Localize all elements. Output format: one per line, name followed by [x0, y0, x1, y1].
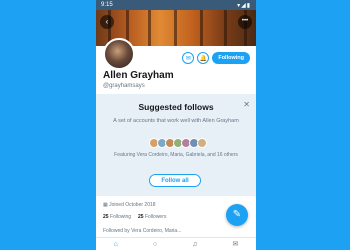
- home-icon[interactable]: ⌂: [114, 241, 118, 248]
- suggested-avatars: [149, 138, 207, 148]
- follow-counts: 25 Following 25 Followers: [103, 214, 166, 220]
- following-count-link[interactable]: 25 Following: [103, 214, 131, 220]
- profile-name: Allen Grayham: [103, 70, 174, 81]
- status-icons: ▾◢▮: [237, 2, 251, 9]
- close-icon[interactable]: ✕: [243, 100, 250, 109]
- suggested-avatar[interactable]: [197, 138, 207, 148]
- follow-all-button[interactable]: Follow all: [149, 174, 201, 187]
- status-bar: 9:15 ▾◢▮: [96, 0, 256, 10]
- following-button[interactable]: Following: [212, 52, 250, 64]
- followed-by-text[interactable]: Followed by Vera Cordeiro, Maria...: [103, 228, 181, 234]
- message-icon[interactable]: ✉: [182, 52, 195, 64]
- suggested-description: A set of accounts that work well with Al…: [113, 118, 239, 124]
- phone-screen: 9:15 ▾◢▮ ‹ ••• ✉ 🔔 Following Allen Grayh…: [96, 0, 256, 250]
- suggested-follows-card: Suggested follows ✕ A set of accounts th…: [96, 94, 256, 196]
- profile-handle: @grayhamsays: [103, 83, 145, 89]
- status-time: 9:15: [101, 2, 113, 8]
- avatar[interactable]: [103, 38, 135, 70]
- notifications-toggle-icon[interactable]: 🔔: [197, 52, 210, 64]
- suggested-follows-title: Suggested follows: [138, 102, 214, 112]
- joined-row: ▦ Joined October 2018: [103, 202, 156, 208]
- followers-count-link[interactable]: 25 Followers: [138, 214, 166, 220]
- featuring-text: Featuring Vera Cordeiro, Maria, Gabriela…: [114, 152, 238, 158]
- bottom-nav: ⌂ ○ ♫ ✉: [96, 237, 256, 250]
- back-icon[interactable]: ‹: [100, 15, 114, 29]
- profile-actions: ✉ 🔔 Following: [182, 52, 250, 64]
- more-options-icon[interactable]: •••: [238, 15, 252, 29]
- messages-icon[interactable]: ✉: [233, 240, 239, 248]
- joined-date: Joined October 2018: [109, 202, 156, 208]
- compose-tweet-icon[interactable]: ✎: [226, 204, 248, 226]
- search-icon[interactable]: ○: [153, 241, 157, 248]
- notifications-icon[interactable]: ♫: [192, 241, 197, 248]
